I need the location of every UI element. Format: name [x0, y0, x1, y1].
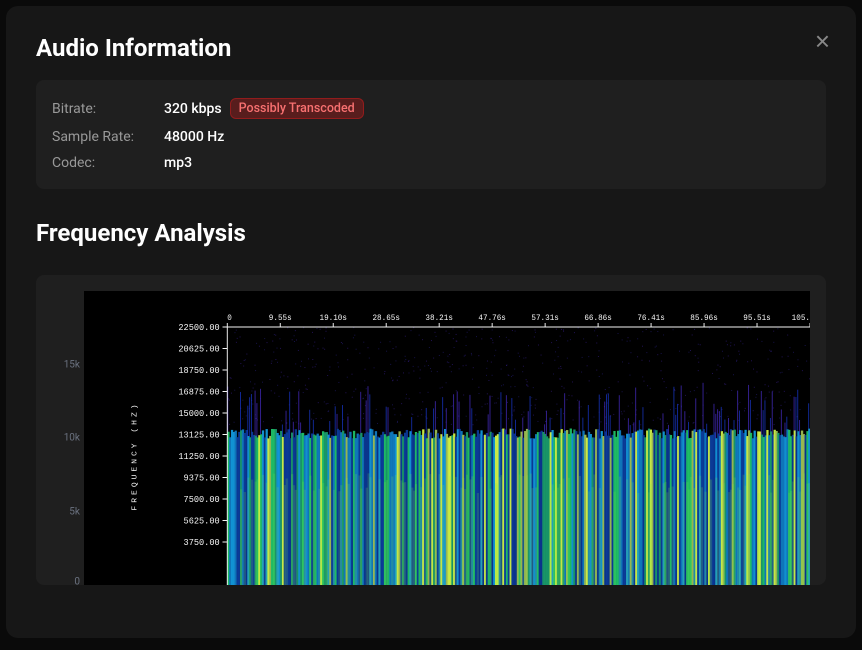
outer-y-axis: 15k 10k 5k 0 — [52, 291, 80, 585]
svg-text:105.: 105. — [792, 314, 810, 323]
badge-transcoded: Possibly Transcoded — [230, 98, 364, 119]
outer-y-tick: 5k — [69, 506, 80, 517]
svg-text:22500.00: 22500.00 — [178, 323, 219, 333]
svg-text:5625.00: 5625.00 — [184, 516, 220, 526]
svg-text:95.51s: 95.51s — [743, 314, 771, 323]
value-codec: mp3 — [164, 155, 192, 171]
svg-text:9375.00: 9375.00 — [184, 473, 220, 483]
outer-y-tick: 0 — [74, 577, 80, 585]
svg-text:66.86s: 66.86s — [584, 314, 612, 323]
svg-text:13125.00: 13125.00 — [178, 430, 219, 440]
value-bitrate: 320 kbps — [164, 101, 222, 117]
svg-text:28.65s: 28.65s — [372, 314, 400, 323]
row-codec: Codec: mp3 — [52, 155, 810, 171]
svg-text:16875.00: 16875.00 — [178, 387, 219, 397]
value-samplerate: 48000 Hz — [164, 129, 224, 145]
svg-text:18750.00: 18750.00 — [178, 366, 219, 376]
outer-y-tick: 15k — [64, 359, 80, 370]
frequency-chart-card: 15k 10k 5k 0 0 9.55s 19.10s 28.65s 38.21s 47.… — [36, 275, 826, 585]
section-title-audio: Audio Information — [36, 34, 826, 62]
svg-text:9.55s: 9.55s — [269, 314, 292, 323]
svg-text:47.76s: 47.76s — [478, 314, 506, 323]
row-samplerate: Sample Rate: 48000 Hz — [52, 129, 810, 145]
label-samplerate: Sample Rate: — [52, 129, 164, 145]
label-bitrate: Bitrate: — [52, 101, 164, 117]
svg-text:7500.00: 7500.00 — [184, 495, 220, 505]
svg-text:20625.00: 20625.00 — [178, 344, 219, 354]
svg-text:15000.00: 15000.00 — [178, 409, 219, 419]
audio-info-modal: × Audio Information Bitrate: 320 kbps Po… — [6, 6, 856, 638]
section-title-frequency: Frequency Analysis — [36, 219, 826, 247]
svg-text:85.96s: 85.96s — [690, 314, 718, 323]
spectrogram: 0 9.55s 19.10s 28.65s 38.21s 47.76s 57.31s 66.8… — [84, 291, 810, 585]
row-bitrate: Bitrate: 320 kbps Possibly Transcoded — [52, 98, 810, 119]
svg-text:76.41s: 76.41s — [637, 314, 665, 323]
close-icon: × — [815, 26, 830, 56]
svg-text:38.21s: 38.21s — [425, 314, 453, 323]
outer-y-tick: 10k — [64, 433, 80, 444]
svg-text:3750.00: 3750.00 — [184, 538, 220, 548]
label-codec: Codec: — [52, 155, 164, 171]
close-button[interactable]: × — [811, 24, 834, 58]
svg-text:FREQUENCY (HZ): FREQUENCY (HZ) — [131, 401, 140, 510]
svg-text:11250.00: 11250.00 — [178, 452, 219, 462]
svg-text:0: 0 — [227, 314, 232, 323]
svg-text:19.10s: 19.10s — [319, 314, 347, 323]
chart-area: 15k 10k 5k 0 0 9.55s 19.10s 28.65s 38.21s 47.… — [52, 291, 810, 585]
audio-info-card: Bitrate: 320 kbps Possibly Transcoded Sa… — [36, 80, 826, 189]
svg-text:57.31s: 57.31s — [531, 314, 559, 323]
